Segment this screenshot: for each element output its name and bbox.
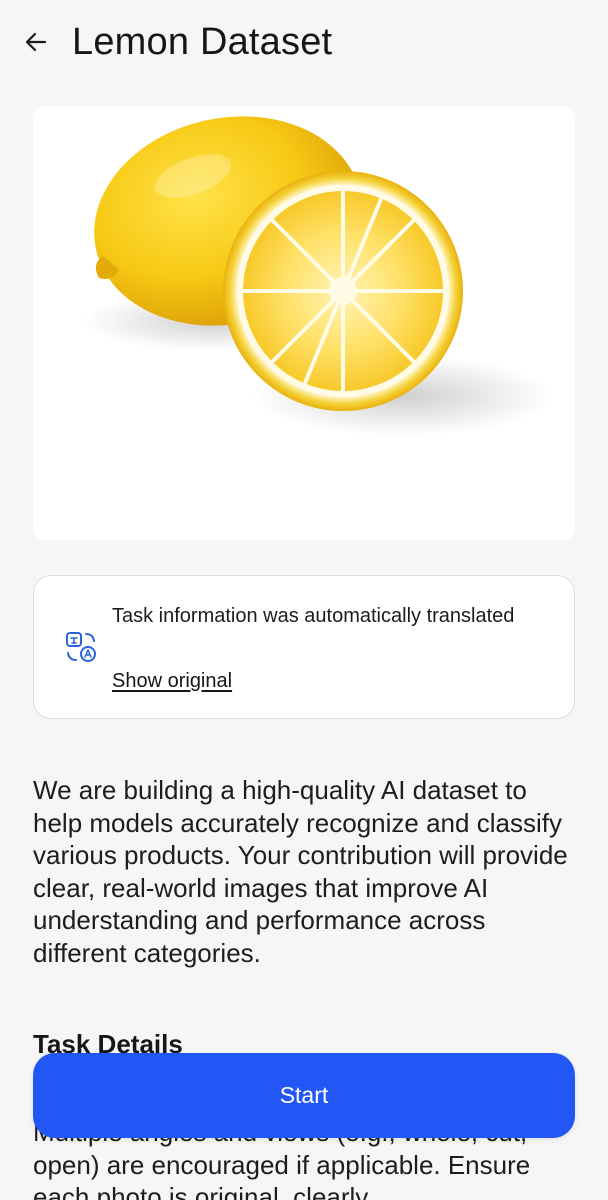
start-button[interactable]: Start [33,1053,575,1138]
task-page: Lemon Dataset Task information was autom… [0,0,608,1200]
translate-icon [66,632,96,662]
translation-message: Task information was automatically trans… [112,605,515,627]
back-button[interactable] [16,22,56,62]
task-description: We are building a high-quality AI datase… [33,775,568,968]
show-original-link[interactable]: Show original [112,668,232,694]
app-header: Lemon Dataset [0,0,608,86]
arrow-left-icon [25,32,47,52]
half-lemon [223,171,463,411]
hero-image [33,106,575,540]
page-title: Lemon Dataset [72,21,333,63]
lemon-illustration [83,116,553,436]
translation-notice: Task information was automatically trans… [33,575,575,719]
